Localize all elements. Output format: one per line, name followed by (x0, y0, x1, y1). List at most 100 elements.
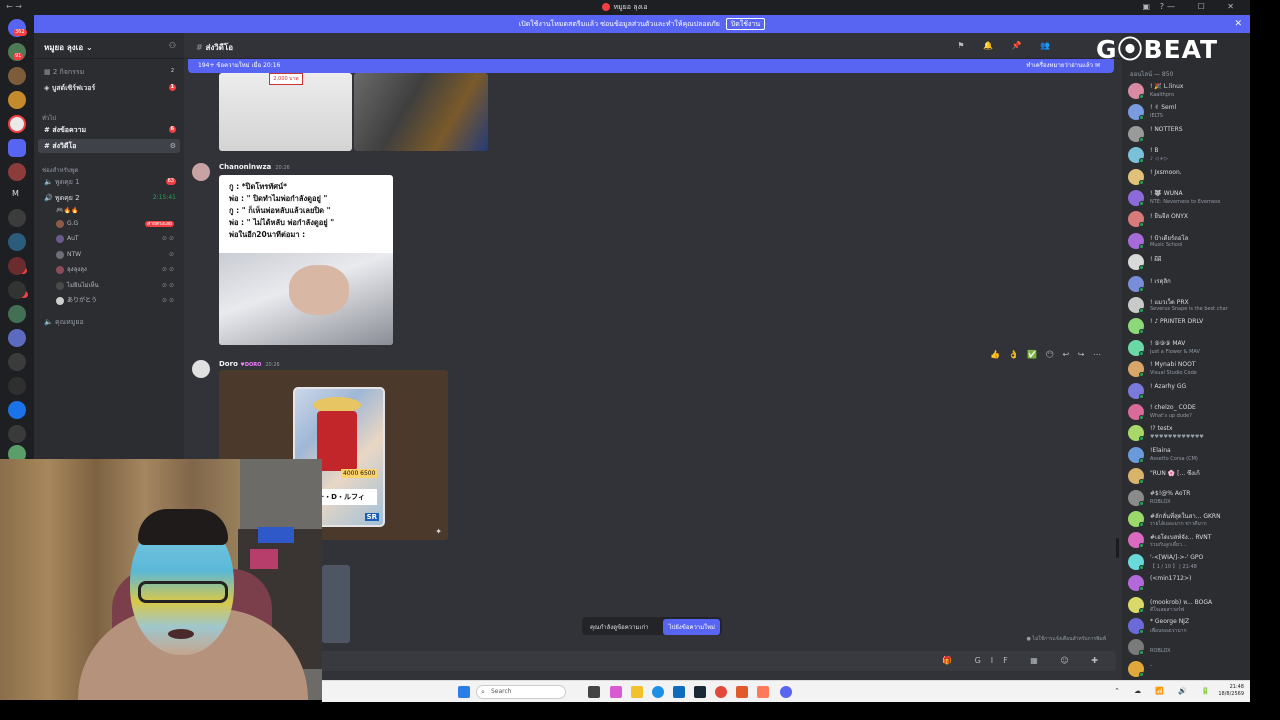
app-icon[interactable] (736, 686, 748, 698)
task-view-icon[interactable] (588, 686, 600, 698)
inbox-icon[interactable]: ▣ (1142, 2, 1150, 11)
server-icon[interactable] (8, 233, 26, 251)
member-item[interactable]: * George NJZ เพื่อนของเรามาก (1126, 616, 1246, 636)
member-item[interactable]: ! ✌ Seml IELTS (1126, 102, 1246, 122)
voice-channel-1[interactable]: 🔈 พูดคุย 1 63 (38, 175, 180, 189)
close-icon[interactable]: ✕ (1234, 15, 1242, 33)
member-item[interactable]: '-<[WIA/]->-' GPO 【 1 / 10 】 | 21:48 (1126, 552, 1246, 572)
chrome-icon[interactable] (715, 686, 727, 698)
member-item[interactable]: . (1126, 659, 1246, 679)
clock[interactable]: 21:48 18/8/2569 (1218, 684, 1244, 698)
voice-user[interactable]: ไม่ยินไม่เห็น ⊘ ⊘ (56, 280, 176, 292)
server-icon[interactable] (8, 425, 26, 443)
add-member-icon[interactable]: ⚇ (169, 41, 176, 50)
voice-footer-user[interactable]: 🔈 คุณหมูยอ (38, 315, 180, 329)
header-icons[interactable]: ⚑ 🔔 📌 👥 (957, 41, 1058, 50)
member-item[interactable]: ! ♪ PRINTER DRLV (1126, 316, 1246, 336)
member-item[interactable]: ! แมวเว็ด PRX Severus Snape is the best c… (1126, 295, 1246, 315)
avatar[interactable] (192, 360, 210, 378)
new-messages-bar[interactable]: 194+ ข้อความใหม่ เมื่อ 20:16 ทำเครื่องหม… (188, 59, 1114, 73)
attachment-image[interactable] (354, 73, 488, 151)
member-item[interactable]: !Elaina Assetto Corsa (CM) (1126, 445, 1246, 465)
voice-user-name: AuT (67, 235, 79, 242)
attachment-image[interactable] (322, 565, 350, 643)
edge-icon[interactable] (652, 686, 664, 698)
disable-streamer-button[interactable]: ปิดใช้งาน (725, 18, 766, 30)
server-letter[interactable]: M (12, 189, 19, 198)
composer-icons[interactable]: 🎁 GIF ▦ ☺ ✚ (942, 656, 1108, 665)
member-item[interactable]: !? testx ♥♥♥♥♥♥♥♥♥♥♥♥ (1126, 423, 1246, 443)
member-item[interactable]: ! ยีนจีส ONYX (1126, 209, 1246, 229)
member-item[interactable]: ! chelzo_ CODE What's up dude? (1126, 402, 1246, 422)
mark-read-button[interactable]: ทำเครื่องหมายว่าอ่านแล้ว ✉ (1026, 59, 1100, 73)
server-icon[interactable] (8, 67, 26, 85)
steam-icon[interactable] (694, 686, 706, 698)
server-icon[interactable] (8, 281, 26, 299)
message-actions-bar[interactable]: 👍 👌 ✅ 😶 ↩ ↪ ⋯ (990, 350, 1104, 359)
member-item[interactable]: (<min1712>) (1126, 573, 1246, 593)
windows-start-icon[interactable] (458, 686, 470, 698)
server-icon[interactable] (8, 305, 26, 323)
gear-icon[interactable]: ⚙ (170, 139, 176, 153)
discord-taskbar-icon[interactable] (780, 686, 792, 698)
member-item[interactable]: ! Mynabi NOOT Visual Studio Code (1126, 359, 1246, 379)
member-item[interactable]: #เอโดเบสท์จัง... RVNT ร่วมกับลูกเดี๋ยว... (1126, 530, 1246, 550)
server-icon[interactable] (8, 257, 26, 275)
server-icon[interactable] (8, 329, 26, 347)
scrollbar[interactable] (1116, 538, 1119, 558)
message-author[interactable]: Doro ♥DORO 20:26 (219, 360, 280, 368)
channel-item-videos[interactable]: # ส่งวิดีโอ ⚙ (38, 139, 180, 153)
system-tray[interactable]: ⌃ ☁ 📶 🔊 🔋 (1114, 687, 1216, 695)
jump-to-present-button[interactable]: ไปยังข้อความใหม่ (663, 619, 720, 635)
server-icon[interactable] (8, 139, 26, 157)
boost-row[interactable]: ◈ บูสต์เซิร์ฟเวอร์ 1 (38, 81, 180, 95)
category-voice[interactable]: ช่องสำหรับพูด (42, 165, 78, 175)
taskbar-search[interactable]: ⌕ Search (476, 685, 566, 699)
member-item[interactable]: ! ผีผี (1126, 252, 1246, 272)
member-item[interactable]: ! B ♪ ◁ ⏸ ▷ (1126, 145, 1246, 165)
guild-header[interactable]: หมูยอ ลุงเอ ⌄ ⚇ (34, 33, 184, 59)
member-item[interactable]: ROBLOX (1126, 637, 1246, 657)
discord-icon (602, 3, 611, 11)
voice-user[interactable]: ลุงลุงลุง ⊘ ⊘ (56, 264, 176, 276)
copilot-icon[interactable] (610, 686, 622, 698)
voice-user[interactable]: ありがとう ⊘ ⊘ (56, 295, 176, 307)
file-explorer-icon[interactable] (631, 686, 643, 698)
server-icon[interactable] (8, 91, 26, 109)
server-icon[interactable] (8, 163, 26, 181)
member-item[interactable]: "RUN 🌸 [... ซึงเก้ (1126, 466, 1246, 486)
member-item[interactable]: ! เรดุลิก (1126, 274, 1246, 294)
member-item[interactable]: (mookrob) ห... BOGA ดีใจเลยสาวอร์ฟ (1126, 595, 1246, 615)
member-item[interactable]: ! 🎉 L.linux Kaalthpro (1126, 81, 1246, 101)
member-item[interactable]: #ลักลั่นที่สุดในสา... GKRN รายได้เยอะมาก … (1126, 509, 1246, 529)
channel-item-messages[interactable]: # ส่งข้อความ 6 (38, 123, 180, 137)
calendar-icon: ▦ (44, 68, 53, 76)
voice-channel-2[interactable]: 🔊 พูดคุย 2 2:15:41 (38, 191, 180, 205)
voice-user[interactable]: G.G สายตรงเลย (56, 218, 176, 230)
help-icon[interactable]: ? (1160, 2, 1164, 11)
member-item[interactable]: ! Azarhy GG (1126, 381, 1246, 401)
server-icon[interactable] (8, 377, 26, 395)
member-item[interactable]: ! ป้าเดียร์ถอโล Music School (1126, 231, 1246, 251)
store-icon[interactable] (673, 686, 685, 698)
member-item[interactable]: ! ⑨⑨⑨ MAV Just a Flower & MAV (1126, 338, 1246, 358)
events-row[interactable]: ▦ 2 กิจกรรม 2 (38, 65, 180, 79)
app-icon[interactable] (757, 686, 769, 698)
server-icon-active[interactable] (8, 115, 26, 133)
server-icon[interactable] (8, 209, 26, 227)
category-text[interactable]: ทั่วไป (42, 113, 56, 123)
voice-user[interactable]: NTW ⊘ (56, 249, 176, 261)
attachment-image[interactable]: 2,000 บาท (219, 73, 352, 151)
meme-image[interactable]: กู : *ปิดโทรทัศน์* พ่อ : " ปิดทำไมพ่อกำล… (219, 175, 393, 345)
member-item[interactable]: ! Jxsmoon. (1126, 167, 1246, 187)
window-controls[interactable]: — ☐ ✕ (1167, 2, 1244, 11)
voice-user[interactable]: AuT ⊘ ⊘ (56, 233, 176, 245)
message-author[interactable]: Chanonlnwza 20:26 (219, 163, 290, 171)
server-icon[interactable] (8, 353, 26, 371)
server-icon[interactable] (8, 401, 26, 419)
avatar[interactable] (192, 163, 210, 181)
member-item[interactable]: #$!@% AoTR ROBLOX (1126, 488, 1246, 508)
message-composer[interactable]: ● ไม่ใช้การแจ้งเตือนสำหรับการพิมพ์ 🎁 GIF… (190, 636, 1116, 671)
member-item[interactable]: ! NOTTERS (1126, 124, 1246, 144)
member-item[interactable]: ! 🐺 WUNA NTE: Neverness to Everness (1126, 188, 1246, 208)
